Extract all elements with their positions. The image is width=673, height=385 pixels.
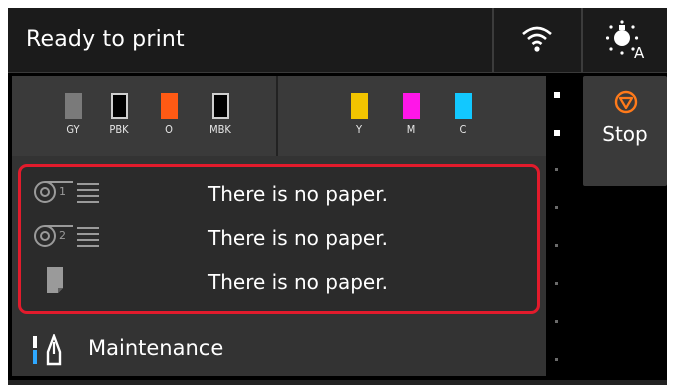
svg-text:1: 1 [59, 185, 66, 198]
paper-row-roll2: 2 There is no paper. [21, 215, 537, 259]
maintenance-label: Maintenance [88, 336, 224, 360]
ink-y: Y [345, 93, 373, 136]
stop-button[interactable]: Stop [583, 76, 667, 186]
ink-swatch [211, 93, 229, 119]
ink-swatch [160, 93, 178, 119]
ink-swatch [454, 93, 472, 119]
ink-swatch [64, 93, 82, 119]
ink-m: M [397, 93, 425, 136]
stop-label: Stop [602, 122, 648, 146]
wifi-icon[interactable] [520, 22, 554, 56]
status-light-icon[interactable]: A [606, 20, 648, 60]
ink-o: O [155, 93, 183, 136]
cut-sheet-message: There is no paper. [208, 270, 388, 294]
ink-swatch [110, 93, 128, 119]
maintenance-menu-item[interactable]: Maintenance [12, 322, 546, 376]
printer-touchscreen: Ready to print A GY PBK O MBK Y M C 1 Th… [8, 8, 667, 385]
ink-c: C [449, 93, 477, 136]
ink-status[interactable]: GY PBK O MBK Y M C [12, 76, 546, 156]
roll1-message: There is no paper. [208, 182, 388, 206]
ink-swatch [350, 93, 368, 119]
cut-sheet-icon [47, 267, 63, 293]
svg-text:2: 2 [59, 229, 66, 242]
ink-mbk: MBK [206, 93, 234, 136]
status-bar: Ready to print A [8, 8, 667, 73]
bottom-edge [8, 380, 667, 385]
svg-text:A: A [634, 44, 645, 60]
ink-pbk: PBK [105, 93, 133, 136]
maintenance-tools-icon [33, 334, 62, 366]
paper-row-cut-sheet: There is no paper. [21, 259, 537, 303]
roll-paper-2-icon: 2 [34, 225, 99, 247]
roll2-message: There is no paper. [208, 226, 388, 250]
stop-icon [614, 90, 638, 114]
paper-row-roll1: 1 There is no paper. [21, 171, 537, 215]
ink-gy: GY [59, 93, 87, 136]
status-text: Ready to print [26, 27, 185, 52]
roll-paper-1-icon: 1 [34, 181, 99, 203]
paper-status[interactable]: 1 There is no paper. 2 There is no paper… [18, 164, 540, 314]
ink-swatch [402, 93, 420, 119]
scroll-indicator [549, 76, 565, 376]
